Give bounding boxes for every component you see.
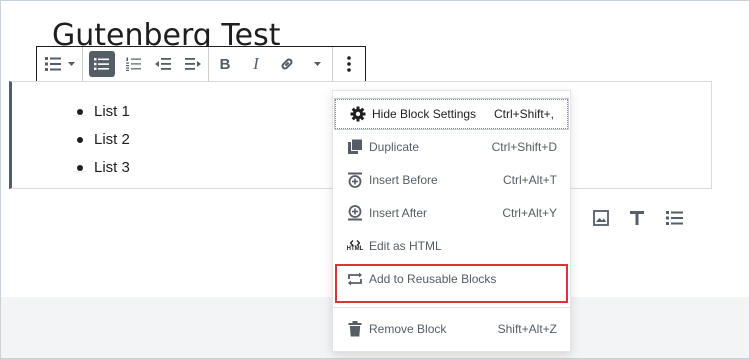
menu-item-remove-block[interactable]: Remove Block Shift+Alt+Z bbox=[333, 314, 570, 344]
list-item[interactable]: List 2 bbox=[77, 126, 130, 154]
heading-icon bbox=[629, 210, 645, 231]
menu-separator bbox=[333, 307, 570, 308]
menu-item-label: Duplicate bbox=[369, 140, 420, 154]
image-icon bbox=[593, 209, 609, 231]
outdent-icon bbox=[155, 57, 172, 71]
link-icon bbox=[279, 56, 295, 72]
outdent-button[interactable] bbox=[149, 47, 179, 81]
menu-item-label: Remove Block bbox=[369, 322, 447, 336]
more-options-button[interactable] bbox=[333, 47, 365, 81]
highlight-annotation bbox=[335, 264, 568, 303]
indent-button[interactable] bbox=[178, 47, 208, 81]
unordered-list-button[interactable] bbox=[89, 51, 115, 77]
insert-list-button[interactable] bbox=[664, 209, 686, 231]
vertical-ellipsis-icon bbox=[347, 56, 351, 72]
gear-icon bbox=[349, 105, 367, 123]
indent-icon bbox=[185, 57, 202, 71]
menu-item-label: Hide Block Settings bbox=[372, 107, 477, 121]
list-icon bbox=[666, 210, 684, 231]
menu-item-shortcut: Shift+Alt+Z bbox=[497, 322, 557, 336]
menu-item-label: Insert Before bbox=[369, 173, 438, 187]
more-rich-text-button[interactable] bbox=[303, 47, 331, 81]
menu-item-shortcut: Ctrl+Shift+D bbox=[491, 140, 557, 154]
menu-item-shortcut: Ctrl+Alt+T bbox=[502, 173, 557, 187]
list-format-group bbox=[83, 47, 209, 81]
menu-item-duplicate[interactable]: Duplicate Ctrl+Shift+D bbox=[333, 132, 570, 162]
chevron-down-icon bbox=[313, 61, 321, 67]
list-icon bbox=[44, 56, 65, 72]
list-item[interactable]: List 3 bbox=[77, 154, 130, 182]
block-switcher-button[interactable] bbox=[37, 47, 82, 81]
menu-item-insert-before[interactable]: Insert Before Ctrl+Alt+T bbox=[333, 165, 570, 195]
duplicate-icon bbox=[346, 138, 364, 156]
insert-heading-button[interactable] bbox=[626, 209, 648, 231]
menu-item-hide-block-settings[interactable]: Hide Block Settings Ctrl+Shift+, bbox=[335, 99, 568, 129]
block-switcher-group bbox=[37, 47, 83, 81]
block-toolbar: B I bbox=[36, 46, 366, 82]
block-settings-menu: Hide Block Settings Ctrl+Shift+, Duplica… bbox=[332, 90, 571, 352]
list-item[interactable]: List 1 bbox=[77, 98, 130, 126]
insert-after-icon bbox=[346, 204, 364, 222]
menu-item-label: Insert After bbox=[369, 206, 428, 220]
list: List 1 List 2 List 3 bbox=[77, 98, 130, 182]
more-options-group bbox=[333, 47, 365, 81]
unordered-list-icon bbox=[93, 57, 110, 71]
bold-button[interactable]: B bbox=[209, 47, 241, 81]
chevron-down-icon bbox=[67, 61, 75, 67]
ordered-list-icon bbox=[125, 57, 142, 71]
menu-item-edit-as-html[interactable]: HTML Edit as HTML bbox=[333, 231, 570, 261]
html-icon: HTML bbox=[346, 237, 364, 255]
ordered-list-button[interactable] bbox=[119, 47, 149, 81]
menu-item-insert-after[interactable]: Insert After Ctrl+Alt+Y bbox=[333, 198, 570, 228]
menu-item-label: Edit as HTML bbox=[369, 239, 442, 253]
insert-image-button[interactable] bbox=[590, 209, 612, 231]
menu-item-shortcut: Ctrl+Shift+, bbox=[493, 107, 554, 121]
insert-before-icon bbox=[346, 171, 364, 189]
text-format-group: B I bbox=[209, 47, 333, 81]
html-icon-text: HTML bbox=[346, 245, 364, 252]
italic-button[interactable]: I bbox=[241, 47, 271, 81]
trash-icon bbox=[346, 320, 364, 338]
link-button[interactable] bbox=[271, 47, 303, 81]
menu-item-shortcut: Ctrl+Alt+Y bbox=[502, 206, 557, 220]
